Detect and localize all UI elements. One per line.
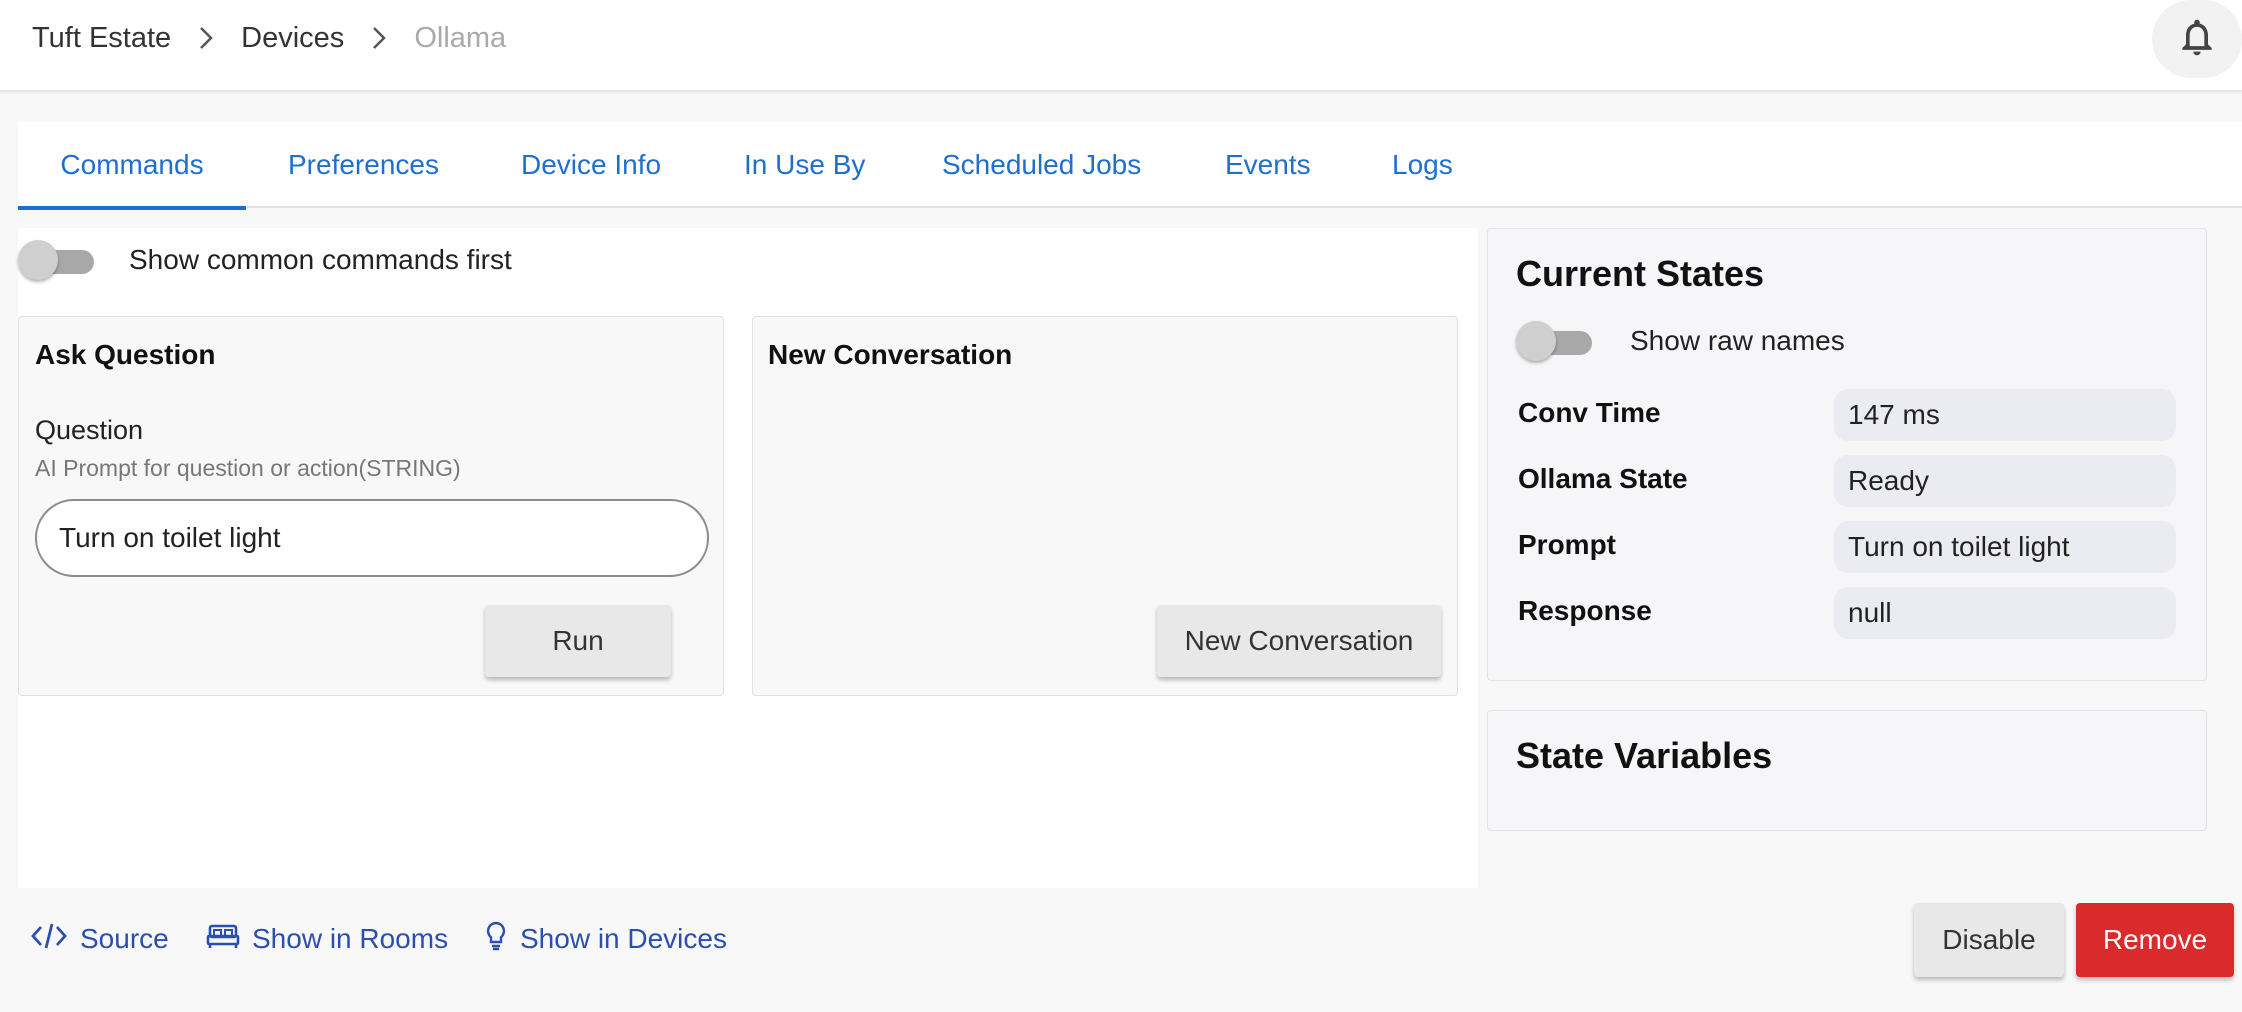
state-value-prompt: Turn on toilet light (1834, 521, 2176, 573)
breadcrumb-tuft-estate[interactable]: Tuft Estate (32, 22, 171, 55)
common-commands-toggle[interactable] (18, 240, 94, 280)
tab-events[interactable]: Events (1225, 122, 1311, 208)
state-name-response: Response (1518, 595, 1652, 626)
state-name-conv-time: Conv Time (1518, 397, 1661, 428)
new-conversation-button[interactable]: New Conversation (1157, 605, 1441, 677)
current-states-title: Current States (1516, 253, 1765, 294)
top-header: Tuft Estate Devices Ollama (0, 0, 2242, 92)
commands-area: Show common commands first Ask Question … (18, 228, 1478, 888)
breadcrumb-devices[interactable]: Devices (241, 22, 344, 55)
tab-commands[interactable]: Commands (18, 122, 246, 210)
common-commands-label: Show common commands first (129, 244, 512, 275)
state-name-prompt: Prompt (1518, 529, 1616, 560)
bell-icon (2175, 15, 2219, 64)
ask-question-title: Ask Question (35, 339, 216, 370)
current-states-panel: Current States Show raw names Conv Time … (1487, 228, 2207, 681)
show-in-rooms-label: Show in Rooms (252, 923, 449, 954)
state-variables-panel: State Variables (1487, 710, 2207, 831)
state-value-ollama-state: Ready (1834, 455, 2176, 507)
question-hint: AI Prompt for question or action(STRING) (35, 455, 461, 481)
state-variables-title: State Variables (1516, 735, 1773, 776)
question-label: Question (35, 415, 144, 445)
run-button[interactable]: Run (485, 605, 671, 677)
raw-names-toggle[interactable] (1516, 321, 1592, 361)
tab-bar: Commands Preferences Device Info In Use … (18, 122, 2242, 210)
raw-names-label: Show raw names (1630, 325, 1845, 356)
tab-logs[interactable]: Logs (1392, 122, 1453, 208)
source-label: Source (80, 923, 169, 954)
breadcrumb: Tuft Estate Devices Ollama (32, 18, 506, 58)
show-in-devices-label: Show in Devices (520, 923, 727, 954)
code-icon (30, 921, 68, 958)
tab-device-info[interactable]: Device Info (521, 122, 661, 208)
bed-icon (206, 921, 240, 958)
chevron-right-icon (171, 18, 241, 58)
tab-preferences[interactable]: Preferences (288, 122, 439, 208)
tab-in-use-by[interactable]: In Use By (744, 122, 865, 208)
disable-button[interactable]: Disable (1914, 903, 2064, 977)
source-link[interactable]: Source (30, 918, 169, 960)
notifications-button[interactable] (2152, 0, 2242, 78)
chevron-right-icon (344, 18, 414, 58)
tab-scheduled-jobs[interactable]: Scheduled Jobs (942, 122, 1141, 208)
lightbulb-icon (484, 920, 508, 959)
state-name-ollama-state: Ollama State (1518, 463, 1688, 494)
show-in-devices-link[interactable]: Show in Devices (484, 918, 727, 960)
question-input[interactable] (35, 499, 709, 577)
new-conversation-card: New Conversation New Conversation (752, 316, 1458, 696)
ask-question-card: Ask Question Question AI Prompt for ques… (18, 316, 724, 696)
remove-button[interactable]: Remove (2076, 903, 2234, 977)
new-conversation-title: New Conversation (768, 339, 1013, 370)
show-in-rooms-link[interactable]: Show in Rooms (206, 918, 448, 960)
state-value-conv-time: 147 ms (1834, 389, 2176, 441)
state-value-response: null (1834, 587, 2176, 639)
breadcrumb-ollama: Ollama (414, 21, 507, 54)
